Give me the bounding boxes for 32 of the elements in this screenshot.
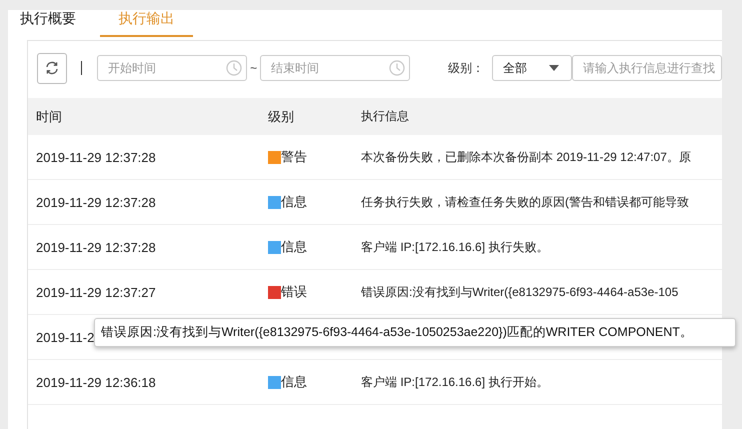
table-cell: 2019-11-29 12:36:18 bbox=[36, 374, 156, 390]
table-cell: 客户端 IP:[172.16.16.6] 执行失败。 bbox=[361, 240, 548, 254]
caret-icon bbox=[549, 65, 559, 71]
clock-icon bbox=[226, 60, 242, 76]
level-text: 信息 bbox=[281, 238, 307, 256]
column-header: 级别 bbox=[267, 108, 295, 126]
level-label: 级别： bbox=[448, 60, 484, 76]
column-header: 执行信息 bbox=[360, 108, 410, 125]
level-text: 信息 bbox=[281, 373, 307, 391]
level-text: 错误 bbox=[281, 283, 307, 301]
tab[interactable]: 执行概要 bbox=[20, 10, 100, 37]
search-field[interactable]: 请输入执行信息进行查找 bbox=[572, 55, 722, 81]
refresh-button[interactable] bbox=[37, 52, 68, 84]
table-cell: 客户端 IP:[172.16.16.6] 执行开始。 bbox=[361, 374, 548, 388]
clock-icon bbox=[389, 60, 406, 76]
column-header: 时间 bbox=[35, 108, 63, 126]
table-cell: 2019-11-29 12:37:28 bbox=[36, 150, 156, 164]
table-cell: 2019-11-29 12:37:28 bbox=[36, 194, 156, 210]
table-cell: 2019-11-2 bbox=[36, 330, 94, 344]
table-cell: 2019-11-29 12:37:27 bbox=[36, 284, 156, 300]
level-text: 信息 bbox=[281, 193, 307, 211]
time-field[interactable]: 开始时间 bbox=[97, 55, 248, 81]
table-cell: 本次备份失败，已删除本次备份副本 2019-11-29 12:47:07。原 bbox=[361, 150, 691, 164]
time-field[interactable]: 结束时间 bbox=[260, 55, 410, 81]
table-cell: 任务执行失败，请检查任务失败的原因(警告和错误都可能导致 bbox=[361, 194, 689, 208]
tooltip: 错误原因:没有找到与Writer({e8132975-6f93-4464-a53e-1050253ae220})匹配的WRITER COMPONENT。 bbox=[94, 318, 736, 347]
range-separator: ~ bbox=[250, 61, 258, 75]
table-cell: 错误原因:没有找到与Writer({e8132975-6f93-4464-a53e-105 bbox=[361, 284, 678, 298]
level-dropdown[interactable]: 全部 bbox=[492, 55, 572, 81]
level-text: 警告 bbox=[281, 148, 307, 166]
table-cell: 2019-11-29 12:37:28 bbox=[36, 240, 156, 254]
refresh-icon bbox=[45, 61, 60, 75]
